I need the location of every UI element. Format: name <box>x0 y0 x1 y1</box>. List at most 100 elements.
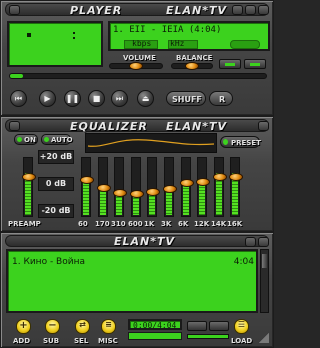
balance-label: BALANCE <box>176 54 213 62</box>
db-mid-label: 0 dB <box>45 179 67 188</box>
eq-menu-button[interactable] <box>9 121 20 131</box>
db-top-label: +20 dB <box>39 152 73 161</box>
prev-button[interactable]: ⏮ <box>10 90 27 107</box>
playlist-scroll-thumb[interactable] <box>262 254 267 268</box>
eq-band-knob[interactable] <box>229 173 243 181</box>
eq-band-slider[interactable] <box>113 157 127 217</box>
equalizer-title: EQUALIZER <box>70 120 148 133</box>
preamp-slider[interactable] <box>22 157 36 217</box>
eq-band-slider[interactable] <box>146 157 160 217</box>
next-button[interactable]: ⏭ <box>111 90 128 107</box>
misc-button[interactable]: ≡ <box>101 319 116 334</box>
eq-band-slider[interactable] <box>80 157 94 217</box>
db-scale: +20 dB 0 dB -20 dB <box>38 150 74 218</box>
eq-band-slider[interactable] <box>130 157 144 217</box>
menu-button[interactable] <box>9 5 20 15</box>
eq-band-label: 600 <box>128 220 143 228</box>
mini-play-button[interactable] <box>187 321 207 331</box>
eq-band-label: 6K <box>178 220 189 228</box>
equalizer-titlebar[interactable]: EQUALIZER ELAN*TV <box>5 119 269 133</box>
mini-stop-button[interactable] <box>209 321 229 331</box>
visualizer-dot <box>73 32 75 34</box>
khz-label: kHz <box>170 39 185 48</box>
eq-toggle-button[interactable] <box>219 59 241 69</box>
eq-toggle-light <box>225 63 235 66</box>
track-title-scroll: 1. ЕII - IEIA (4:04) <box>113 25 222 35</box>
play-button[interactable]: ▶ <box>39 90 56 107</box>
eq-band-knob[interactable] <box>180 179 194 187</box>
preset-button[interactable]: PRESET <box>220 136 261 148</box>
eq-band-knob[interactable] <box>97 184 111 192</box>
preset-light <box>223 139 228 145</box>
eq-band-slider[interactable] <box>97 157 111 217</box>
equalizer-window: EQUALIZER ELAN*TV ON AUTO PRESET PREAMP … <box>0 116 274 232</box>
playlist-shade-button[interactable] <box>245 237 256 247</box>
eq-on-button[interactable]: ON <box>14 134 38 145</box>
shuffle-button[interactable]: SHUFF <box>166 91 206 106</box>
eq-band-label: 60 <box>78 220 88 228</box>
playlist-item[interactable]: 1. Кино - Война 4:04 <box>12 257 254 269</box>
pause-button[interactable]: ❚❚ <box>64 90 81 107</box>
playlist-close-button[interactable] <box>258 237 269 247</box>
time-display-bar <box>128 332 182 340</box>
resize-grip[interactable] <box>259 333 269 343</box>
playlist-brand-logo: ELAN*TV <box>114 235 176 248</box>
eq-band-knob[interactable] <box>113 189 127 197</box>
misc-icon: ≡ <box>105 320 112 329</box>
add-button[interactable]: + <box>16 319 31 334</box>
sel-label: SEL <box>74 337 89 345</box>
pause-icon: ❚❚ <box>65 94 80 103</box>
visualizer-dot <box>27 33 31 37</box>
eq-band-knob[interactable] <box>213 173 227 181</box>
volume-knob[interactable] <box>129 62 143 70</box>
eq-band-slider[interactable] <box>163 157 177 217</box>
preset-label: PRESET <box>231 139 261 147</box>
eq-band-slider[interactable] <box>229 157 243 217</box>
repeat-button[interactable]: R <box>209 91 233 106</box>
playlist-scrollbar[interactable] <box>260 249 269 313</box>
shuffle-label: SHUFF <box>172 95 202 104</box>
load-button[interactable]: ☰ <box>234 319 249 334</box>
eq-band-knob[interactable] <box>130 190 144 198</box>
eq-band-label: 1K <box>144 220 155 228</box>
playlist-titlebar[interactable]: ELAN*TV <box>5 235 269 248</box>
eq-band-knob[interactable] <box>163 185 177 193</box>
eq-brand-logo: ELAN*TV <box>166 120 228 133</box>
shade-button[interactable] <box>245 5 256 15</box>
stereo-indicator <box>230 40 260 49</box>
playlist-area[interactable]: 1. Кино - Война 4:04 <box>6 249 258 313</box>
preamp-knob[interactable] <box>22 173 36 181</box>
eq-band-knob[interactable] <box>196 178 210 186</box>
eq-band-slider[interactable] <box>213 157 227 217</box>
balance-slider[interactable] <box>171 62 213 70</box>
position-bar[interactable] <box>9 73 267 79</box>
sel-button[interactable]: ⇄ <box>75 319 90 334</box>
time-display: 0:00/4:04 <box>128 319 182 330</box>
eq-close-button[interactable] <box>258 121 269 131</box>
eject-button[interactable]: ⏏ <box>137 90 154 107</box>
eq-band-slider[interactable] <box>180 157 194 217</box>
close-button[interactable] <box>258 5 269 15</box>
volume-slider[interactable] <box>109 62 163 70</box>
playlist-toggle-button[interactable] <box>244 59 266 69</box>
eq-auto-button[interactable]: AUTO <box>41 134 73 145</box>
eq-on-light <box>17 137 22 142</box>
add-label: ADD <box>13 337 31 345</box>
stop-button[interactable]: ■ <box>88 90 105 107</box>
visualizer-dot <box>73 37 75 39</box>
sub-button[interactable]: − <box>45 319 60 334</box>
balance-knob[interactable] <box>185 62 199 70</box>
position-fill <box>10 74 23 78</box>
eq-band-slider[interactable] <box>196 157 210 217</box>
visualizer-display[interactable] <box>7 21 103 67</box>
preamp-label: PREAMP <box>8 220 41 228</box>
player-titlebar[interactable]: PLAYER ELAN*TV <box>5 3 269 17</box>
eq-band-knob[interactable] <box>146 188 160 196</box>
mini-seek-bar[interactable] <box>187 334 229 339</box>
eq-auto-light <box>44 137 49 142</box>
minimize-button[interactable] <box>232 5 243 15</box>
eq-band-knob[interactable] <box>80 176 94 184</box>
play-icon: ▶ <box>44 94 51 103</box>
track-info-display[interactable]: 1. ЕII - IEIA (4:04) kbps kHz <box>108 21 270 51</box>
sel-icon: ⇄ <box>79 320 86 329</box>
